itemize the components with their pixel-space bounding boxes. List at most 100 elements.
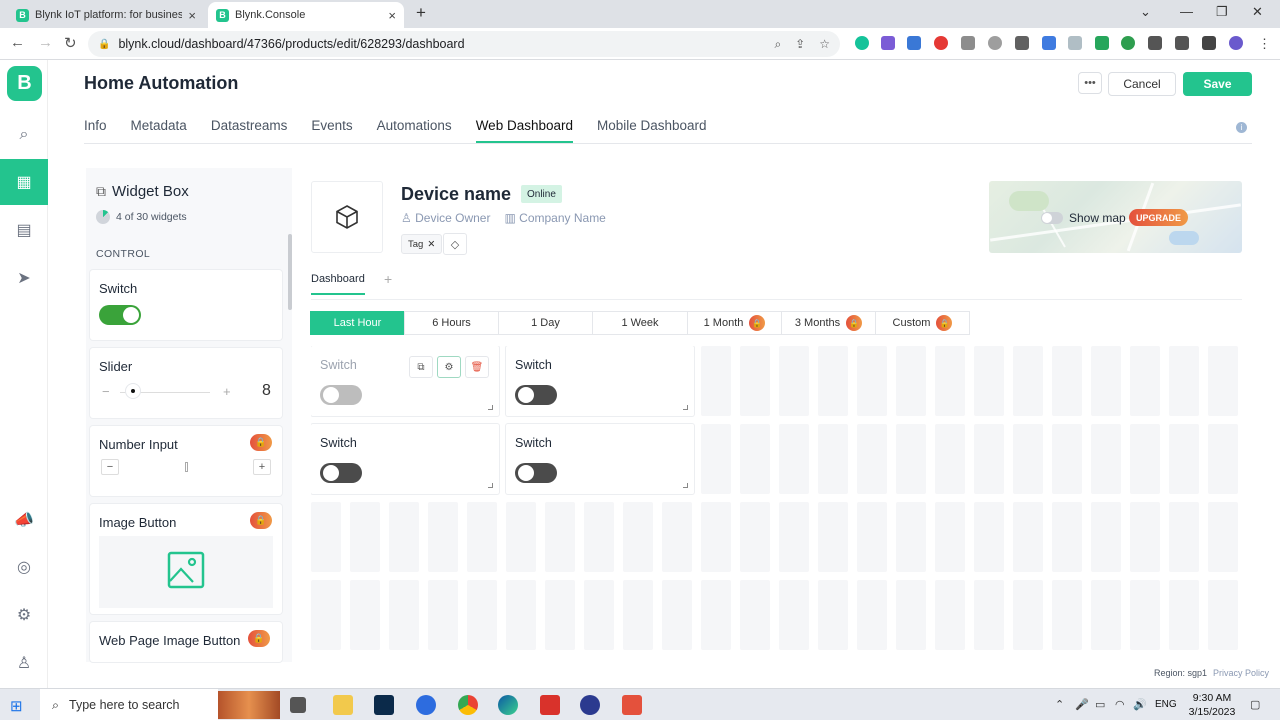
privacy-policy-link[interactable]: Privacy Policy bbox=[1213, 668, 1269, 678]
address-bar[interactable]: 🔒 blynk.cloud/dashboard/47366/products/e… bbox=[88, 31, 840, 57]
range-1-month[interactable]: 1 Month 🔒 bbox=[687, 311, 782, 335]
copy-icon[interactable]: ⧉ bbox=[409, 356, 433, 378]
browser-menu-icon[interactable]: ⋮ bbox=[1258, 36, 1271, 52]
dashboard-widget-switch[interactable]: Switch bbox=[506, 346, 694, 416]
taskbar-clock[interactable]: 9:30 AM 3/15/2023 bbox=[1180, 691, 1244, 719]
help-icon[interactable]: ◎ bbox=[0, 544, 48, 590]
grammarly-extension-icon[interactable] bbox=[855, 36, 869, 50]
widget-box-scrollbar[interactable] bbox=[288, 234, 292, 310]
photoshop-icon[interactable] bbox=[374, 695, 394, 715]
widget-item-web-page-image-button[interactable]: Web Page Image Button 🔒 bbox=[90, 622, 282, 662]
widget-item-number-input[interactable]: Number Input 🔒 − + bbox=[90, 426, 282, 496]
share-icon[interactable]: ⇪ bbox=[795, 37, 805, 52]
range-last-hour[interactable]: Last Hour bbox=[310, 311, 405, 335]
edge-icon[interactable] bbox=[498, 695, 518, 715]
extension-icon[interactable] bbox=[1095, 36, 1109, 50]
back-arrow-icon[interactable]: ← bbox=[10, 34, 25, 51]
profile-icon[interactable] bbox=[1229, 36, 1243, 50]
chrome-icon[interactable] bbox=[458, 695, 478, 715]
extension-icon[interactable] bbox=[1015, 36, 1029, 50]
app-icon[interactable] bbox=[622, 695, 642, 715]
bookmark-star-icon[interactable]: ☆ bbox=[819, 37, 830, 52]
range-custom[interactable]: Custom 🔒 bbox=[875, 311, 970, 335]
volume-icon[interactable]: 🔊 bbox=[1133, 698, 1147, 711]
widget-item-switch[interactable]: Switch bbox=[90, 270, 282, 340]
widget-item-image-button[interactable]: Image Button 🔒 bbox=[90, 504, 282, 614]
tag-chip[interactable]: Tag ✕ bbox=[401, 234, 443, 254]
close-window-icon[interactable]: ✕ bbox=[1252, 4, 1263, 20]
wifi-icon[interactable]: ◠ bbox=[1115, 698, 1125, 711]
extension-icon[interactable] bbox=[1042, 36, 1056, 50]
battery-icon[interactable]: ▭ bbox=[1095, 698, 1105, 711]
language-indicator[interactable]: ENG bbox=[1155, 699, 1177, 710]
switch-toggle[interactable] bbox=[320, 463, 362, 483]
zoom-icon[interactable]: ⌕ bbox=[774, 37, 781, 52]
side-panel-icon[interactable] bbox=[1202, 36, 1216, 50]
show-map-toggle[interactable]: Show map bbox=[1041, 211, 1126, 225]
browser-tab-blynk-console[interactable]: B Blynk.Console × bbox=[208, 2, 404, 28]
download-icon[interactable] bbox=[1175, 36, 1189, 50]
trash-icon[interactable]: 🗑 bbox=[465, 356, 489, 378]
more-options-button[interactable]: ••• bbox=[1078, 72, 1102, 94]
settings-gear-icon[interactable]: ⚙ bbox=[437, 356, 461, 378]
tab-events[interactable]: Events bbox=[311, 118, 352, 143]
resize-handle[interactable] bbox=[488, 405, 493, 410]
cancel-button[interactable]: Cancel bbox=[1108, 72, 1176, 96]
resize-handle[interactable] bbox=[683, 405, 688, 410]
tab-search-chevron-icon[interactable]: ⌄ bbox=[1140, 4, 1151, 20]
forward-arrow-icon[interactable]: → bbox=[38, 34, 53, 51]
range-1-day[interactable]: 1 Day bbox=[498, 311, 593, 335]
notification-icon[interactable]: ▢ bbox=[1250, 698, 1260, 711]
extension-icon[interactable] bbox=[1121, 36, 1135, 50]
dashboard-grid-icon[interactable]: ▦ bbox=[0, 159, 48, 205]
browser-tab-blynk-site[interactable]: B Blynk IoT platform: for businesses × bbox=[8, 2, 204, 28]
resize-handle[interactable] bbox=[683, 483, 688, 488]
globe-extension-icon[interactable] bbox=[988, 36, 1002, 50]
switch-toggle[interactable] bbox=[515, 463, 557, 483]
pen-extension-icon[interactable] bbox=[881, 36, 895, 50]
blynk-logo[interactable]: B bbox=[7, 66, 42, 101]
tray-chevron-icon[interactable]: ⌃ bbox=[1055, 698, 1064, 711]
tab-info[interactable]: Info bbox=[84, 118, 107, 143]
maximize-icon[interactable]: ❐ bbox=[1216, 4, 1228, 20]
task-view-icon[interactable] bbox=[290, 697, 306, 713]
info-icon[interactable]: i bbox=[1236, 122, 1247, 133]
tab-dashboard[interactable]: Dashboard bbox=[311, 273, 365, 295]
dashboard-widget-switch[interactable]: Switch bbox=[311, 424, 499, 494]
extension-icon[interactable] bbox=[961, 36, 975, 50]
dashboard-widget-switch[interactable]: Switch bbox=[506, 424, 694, 494]
tab-mobile-dashboard[interactable]: Mobile Dashboard bbox=[597, 118, 707, 143]
device-image[interactable] bbox=[311, 181, 383, 253]
reload-icon[interactable]: ↻ bbox=[64, 34, 77, 52]
microphone-icon[interactable]: 🎤 bbox=[1075, 698, 1089, 711]
check-extension-icon[interactable] bbox=[1068, 36, 1082, 50]
app-icon[interactable] bbox=[540, 695, 560, 715]
tab-datastreams[interactable]: Datastreams bbox=[211, 118, 288, 143]
close-tab-icon[interactable]: × bbox=[188, 8, 196, 23]
file-explorer-icon[interactable] bbox=[333, 695, 353, 715]
tab-web-dashboard[interactable]: Web Dashboard bbox=[475, 118, 573, 143]
user-account-icon[interactable]: ♙ bbox=[0, 640, 48, 686]
send-icon[interactable]: ➤ bbox=[0, 255, 48, 301]
range-6-hours[interactable]: 6 Hours bbox=[404, 311, 499, 335]
dashboard-widget-switch[interactable]: Switch ⧉ ⚙ 🗑 bbox=[311, 346, 499, 416]
switch-toggle[interactable] bbox=[515, 385, 557, 405]
app-icon[interactable] bbox=[416, 695, 436, 715]
settings-gear-icon[interactable]: ⚙ bbox=[0, 592, 48, 638]
adblock-extension-icon[interactable] bbox=[934, 36, 948, 50]
app-icon[interactable] bbox=[580, 695, 600, 715]
devices-icon[interactable]: ▤ bbox=[0, 207, 48, 253]
dashboard-canvas[interactable]: Switch ⧉ ⚙ 🗑 Switch Switch Switch bbox=[311, 346, 1242, 654]
upgrade-badge[interactable]: UPGRADE bbox=[1129, 209, 1189, 226]
switch-toggle[interactable] bbox=[320, 385, 362, 405]
translate-extension-icon[interactable] bbox=[907, 36, 921, 50]
announcement-icon[interactable]: 📣 bbox=[0, 497, 48, 543]
close-tab-icon[interactable]: × bbox=[388, 8, 396, 23]
minimize-icon[interactable]: — bbox=[1180, 4, 1193, 19]
range-1-week[interactable]: 1 Week bbox=[592, 311, 688, 335]
search-icon[interactable]: ⌕ bbox=[0, 112, 48, 158]
puzzle-extensions-icon[interactable] bbox=[1148, 36, 1162, 50]
windows-start-icon[interactable]: ⊞ bbox=[10, 697, 23, 715]
save-button[interactable]: Save bbox=[1183, 72, 1252, 96]
show-map-switch[interactable] bbox=[1041, 212, 1063, 224]
